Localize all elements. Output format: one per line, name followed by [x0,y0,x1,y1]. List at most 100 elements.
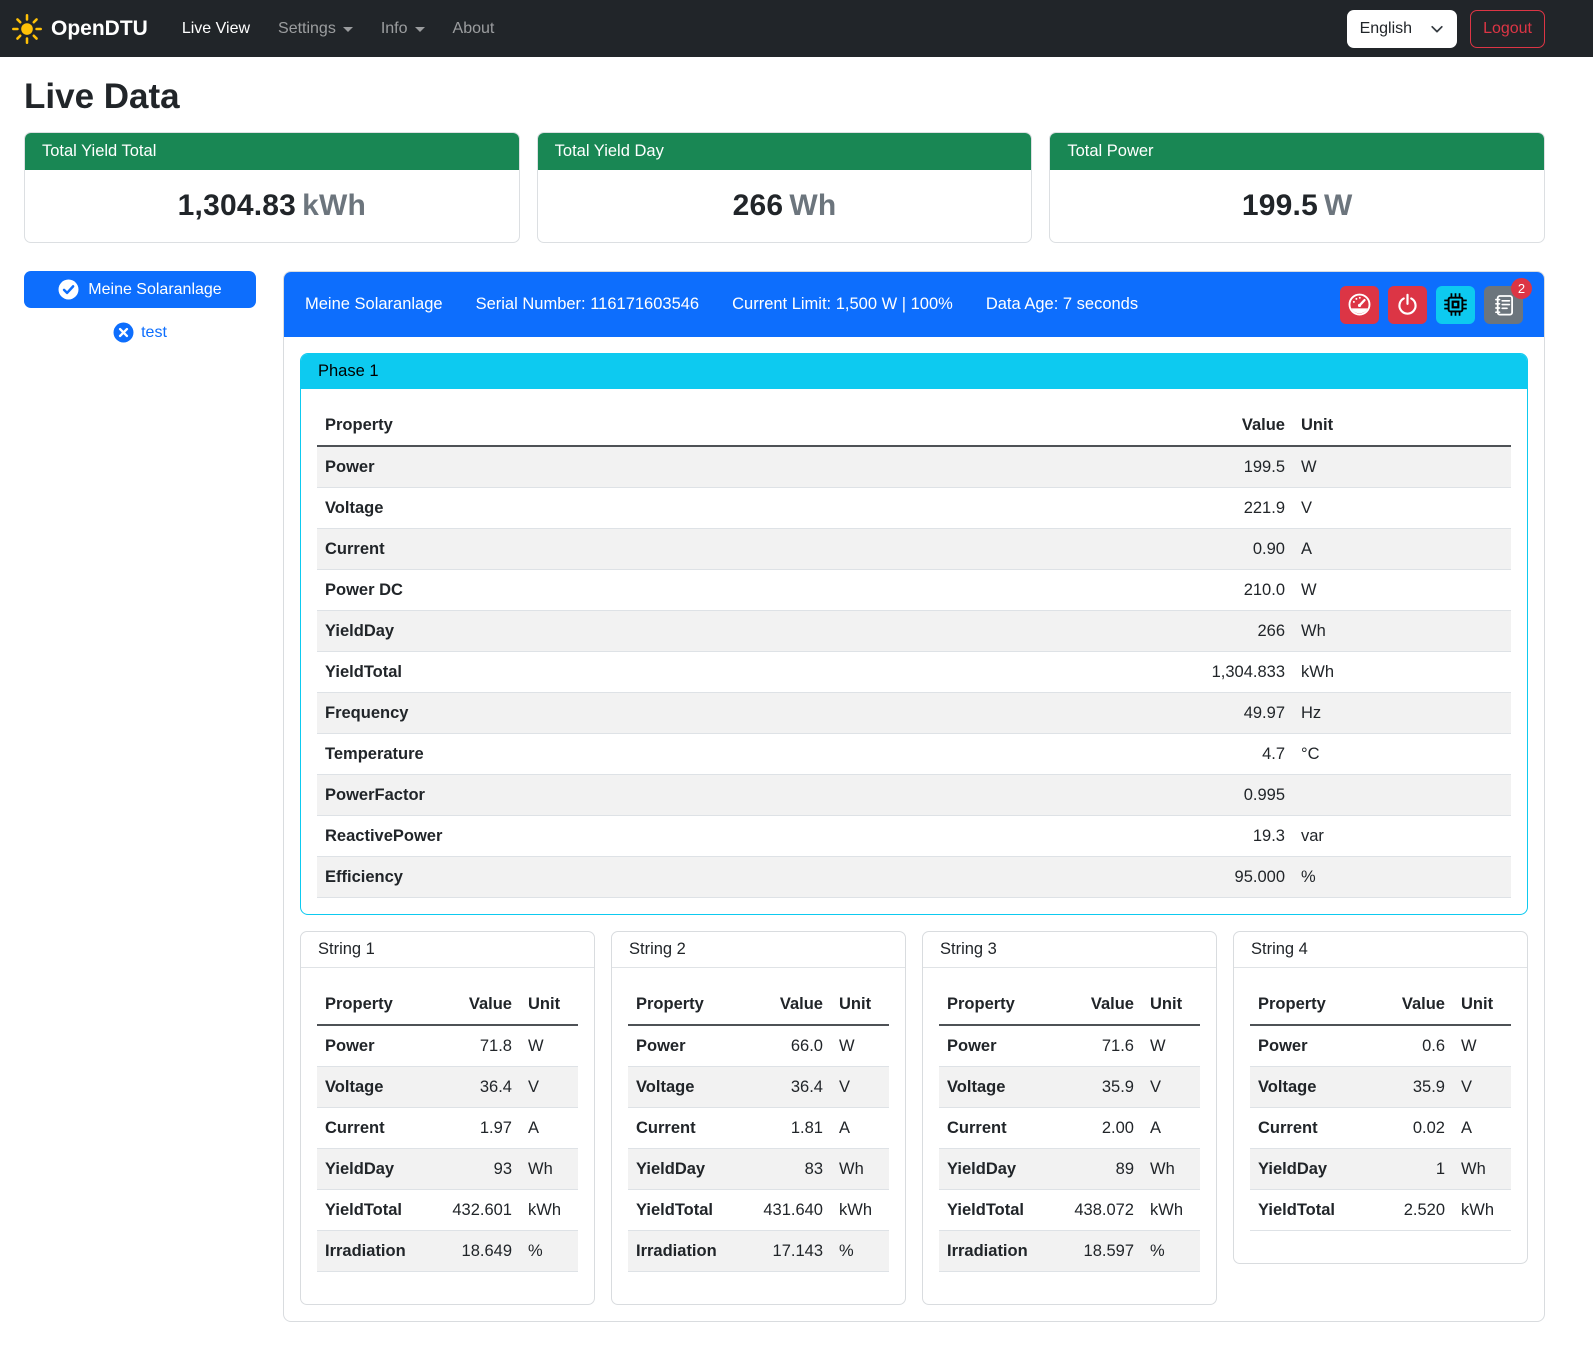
unit-cell: W [1293,570,1511,611]
unit-cell: % [1293,857,1511,898]
property-cell: Temperature [317,734,1181,775]
unit-cell: W [1142,1025,1200,1067]
table-row: Voltage36.4V [317,1067,578,1108]
table-row: Current0.90A [317,529,1511,570]
value-cell: 210.0 [1181,570,1293,611]
value-cell: 93 [434,1149,520,1190]
inverter-data-age: Data Age: 7 seconds [986,295,1138,314]
table-row: Power199.5W [317,446,1511,488]
value-cell: 36.4 [745,1067,831,1108]
phase-1-card: Phase 1 Property Value Unit P [300,353,1528,915]
table-row: Current0.02A [1250,1108,1511,1149]
property-cell: PowerFactor [317,775,1181,816]
unit-cell: W [1453,1025,1511,1067]
phase-1-title: Phase 1 [301,354,1527,389]
nav-item-info[interactable]: Info [369,12,437,46]
value-cell: 0.6 [1367,1025,1453,1067]
summary-card-unit: kWh [302,189,366,222]
table-header-row: Property Value Unit [317,984,578,1025]
unit-cell: kWh [1453,1190,1511,1231]
summary-card-body: 1,304.83kWh [25,170,519,242]
column-header-unit: Unit [1142,984,1200,1025]
summary-card-total-yield-day: Total Yield Day 266Wh [537,132,1033,243]
string-3-body: Property Value Unit Power71.6WVoltage35.… [923,968,1216,1304]
summary-card-title: Total Yield Total [25,133,519,170]
inverter-select-label: Meine Solaranlage [88,281,221,299]
value-cell: 95.000 [1181,857,1293,898]
value-cell: 2.520 [1367,1190,1453,1231]
value-cell: 83 [745,1149,831,1190]
nav-item-settings[interactable]: Settings [266,12,365,46]
string-4-title: String 4 [1234,932,1527,968]
table-row: YieldDay266Wh [317,611,1511,652]
string-1-body: Property Value Unit Power71.8WVoltage36.… [301,968,594,1304]
property-cell: YieldTotal [1250,1190,1367,1231]
table-row: Current2.00A [939,1108,1200,1149]
strings-row: String 1 Property Value Unit [300,931,1528,1305]
table-row: Power DC210.0W [317,570,1511,611]
unit-cell: W [831,1025,889,1067]
nav-item-label: Live View [182,20,250,38]
property-cell: Current [1250,1108,1367,1149]
logout-button[interactable]: Logout [1470,10,1545,48]
property-cell: YieldDay [1250,1149,1367,1190]
column-header-unit: Unit [1293,405,1511,446]
limit-settings-button[interactable] [1340,286,1379,324]
unit-cell: % [520,1231,578,1272]
power-button[interactable] [1388,286,1427,324]
property-cell: Irradiation [939,1231,1056,1272]
unit-cell: Wh [520,1149,578,1190]
unit-cell: A [831,1108,889,1149]
string-3-table: Property Value Unit Power71.6WVoltage35.… [939,984,1200,1272]
string-1-title: String 1 [301,932,594,968]
property-cell: YieldDay [628,1149,745,1190]
table-row: Frequency49.97Hz [317,693,1511,734]
language-select[interactable]: English [1347,10,1457,48]
brand-link[interactable]: OpenDTU [12,14,148,44]
device-info-button[interactable] [1436,286,1475,324]
value-cell: 66.0 [745,1025,831,1067]
nav-item-about[interactable]: About [441,12,507,46]
value-cell: 19.3 [1181,816,1293,857]
property-cell: Efficiency [317,857,1181,898]
table-row: Voltage221.9V [317,488,1511,529]
summary-row: Total Yield Total 1,304.83kWh Total Yiel… [24,132,1545,243]
table-row: Power71.6W [939,1025,1200,1067]
value-cell: 17.143 [745,1231,831,1272]
inverter-select-button[interactable]: Meine Solaranlage [24,271,256,308]
table-row: Current1.81A [628,1108,889,1149]
property-cell: Current [317,529,1181,570]
column-header-unit: Unit [520,984,578,1025]
value-cell: 1 [1367,1149,1453,1190]
table-row: YieldDay89Wh [939,1149,1200,1190]
string-1-table: Property Value Unit Power71.8WVoltage36.… [317,984,578,1272]
inverter-serial: Serial Number: 116171603546 [476,295,700,314]
value-cell: 89 [1056,1149,1142,1190]
value-cell: 71.6 [1056,1025,1142,1067]
table-header-row: Property Value Unit [939,984,1200,1025]
table-row: Temperature4.7°C [317,734,1511,775]
column-header-property: Property [1250,984,1367,1025]
property-cell: YieldTotal [317,652,1181,693]
inverter-item-test[interactable]: test [24,322,256,343]
nav-item-live-view[interactable]: Live View [170,12,262,46]
unit-cell: A [520,1108,578,1149]
string-4-table: Property Value Unit Power0.6WVoltage35.9… [1250,984,1511,1231]
value-cell: 71.8 [434,1025,520,1067]
summary-card-value: 266 [733,189,784,222]
property-cell: Voltage [317,488,1181,529]
column-header-unit: Unit [831,984,889,1025]
property-cell: Current [317,1108,434,1149]
event-log-button[interactable]: 2 [1484,286,1523,324]
table-row: Irradiation18.649% [317,1231,578,1272]
column-header-property: Property [628,984,745,1025]
string-1-card: String 1 Property Value Unit [300,931,595,1305]
unit-cell: A [1453,1108,1511,1149]
unit-cell: A [1293,529,1511,570]
table-row: YieldTotal438.072kWh [939,1190,1200,1231]
value-cell: 1.81 [745,1108,831,1149]
property-cell: ReactivePower [317,816,1181,857]
nav-item-label: Settings [278,20,336,38]
unit-cell: A [1142,1108,1200,1149]
page-title: Live Data [24,77,1545,117]
